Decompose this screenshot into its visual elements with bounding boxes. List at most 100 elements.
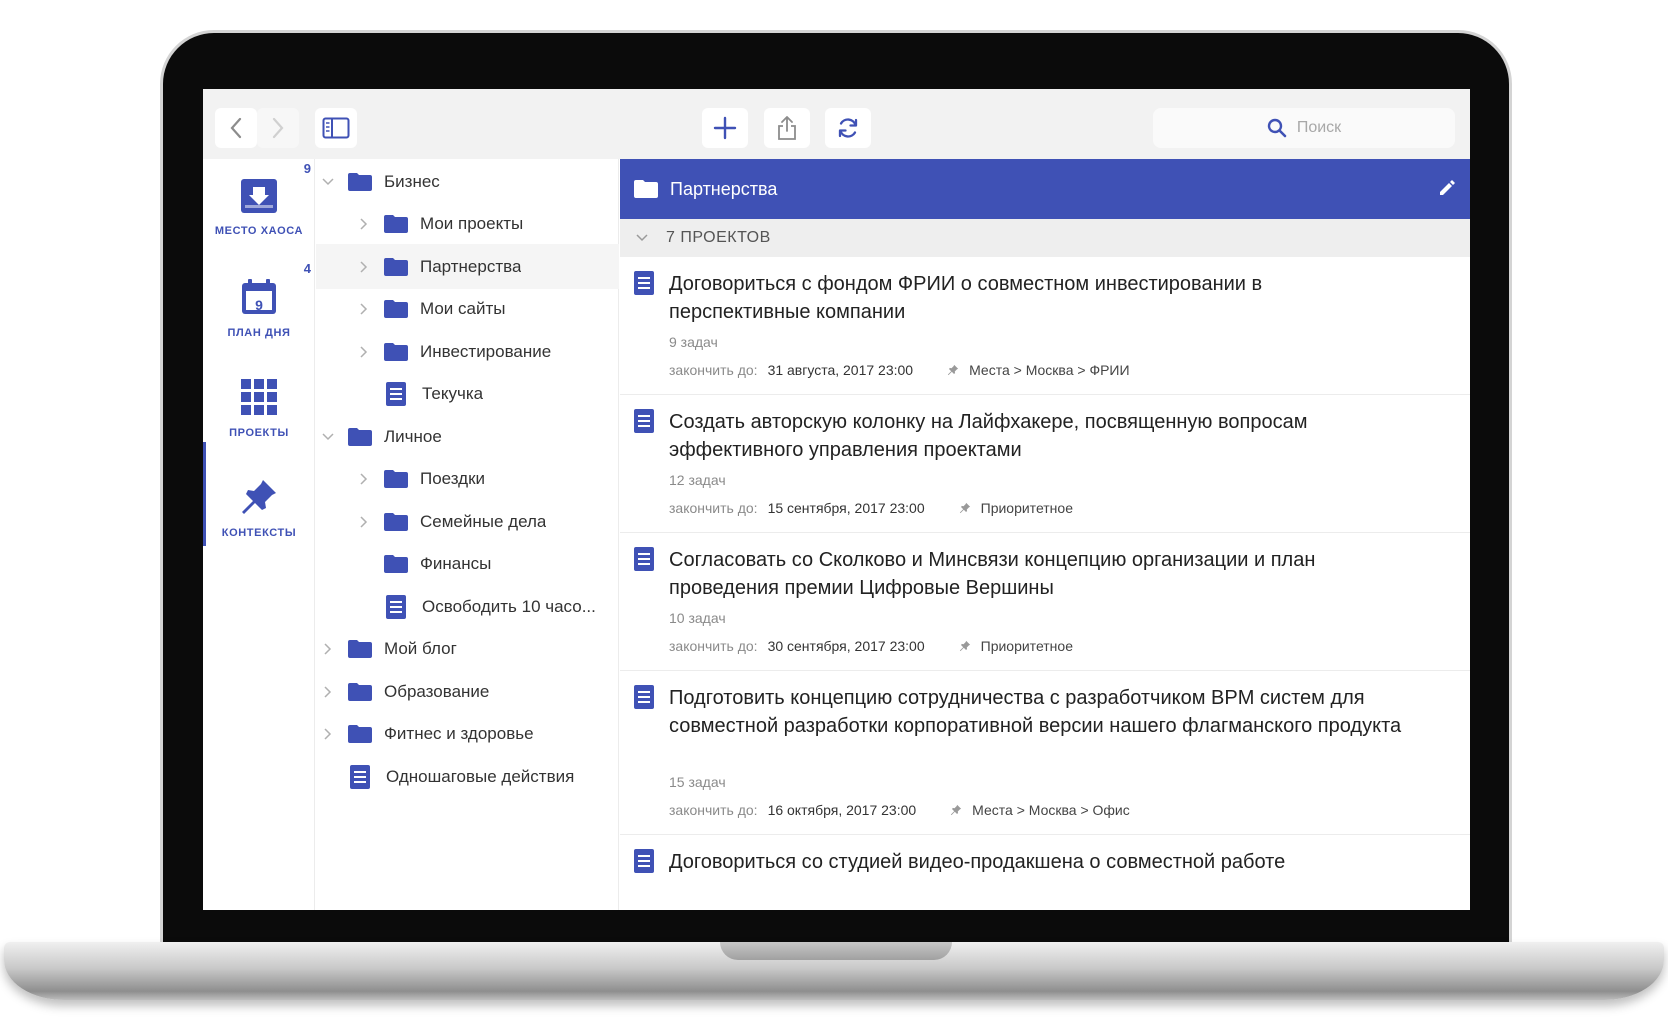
- due-label: закончить до:: [669, 362, 758, 378]
- edit-pencil-icon[interactable]: [1438, 179, 1456, 202]
- project-meta: закончить до: 31 августа, 2017 23:00 Мес…: [669, 362, 1130, 378]
- document-icon: [634, 547, 654, 576]
- nav-rail: 9 МЕСТО ХАОСА 4 9 ПЛАН ДНЯ ПРОЕКТЫ КОНТЕ…: [203, 159, 315, 910]
- project-title: Договориться со студией видео-продакшена…: [669, 851, 1286, 873]
- pushpin-icon: [959, 640, 971, 652]
- chevron-down-icon[interactable]: [634, 234, 650, 242]
- project-row[interactable]: Согласовать со Сколково и Минсвязи конце…: [620, 533, 1470, 671]
- tree-item-label: Финансы: [420, 553, 492, 573]
- panel-header: Партнерства: [620, 159, 1470, 219]
- chevron-right-icon[interactable]: [356, 345, 372, 358]
- project-title: Подготовить концепцию сотрудничества с р…: [669, 687, 1402, 737]
- chevron-right-icon[interactable]: [356, 217, 372, 230]
- project-row[interactable]: Договориться с фондом ФРИИ о совместном …: [620, 257, 1470, 395]
- project-context: Места > Москва > ФРИИ: [969, 362, 1130, 378]
- tree-item-business[interactable]: Бизнес: [316, 159, 619, 204]
- tree-item-family[interactable]: Семейные дела: [316, 499, 619, 544]
- nav-item-projects[interactable]: ПРОЕКТЫ: [203, 359, 315, 459]
- add-button[interactable]: [702, 108, 748, 148]
- tree-item-label: Образование: [384, 681, 490, 701]
- sync-button[interactable]: [825, 108, 871, 148]
- folder-icon: [384, 512, 408, 531]
- nav-item-contexts[interactable]: КОНТЕКСТЫ: [203, 459, 315, 559]
- chevron-down-icon[interactable]: [320, 432, 336, 441]
- nav-item-day-plan[interactable]: 4 9 ПЛАН ДНЯ: [203, 259, 315, 359]
- chevron-right-icon[interactable]: [356, 260, 372, 273]
- folder-icon: [348, 172, 372, 191]
- nav-item-projects-label: ПРОЕКТЫ: [229, 427, 289, 439]
- nav-item-inbox-label: МЕСТО ХАОСА: [214, 225, 304, 237]
- project-row[interactable]: Подготовить концепцию сотрудничества с р…: [620, 671, 1470, 835]
- tree-item-label: Бизнес: [384, 171, 440, 191]
- project-due-date: 30 сентября, 2017 23:00: [767, 638, 925, 654]
- forward-button[interactable]: [257, 108, 299, 148]
- project-due-date: 16 октября, 2017 23:00: [767, 802, 917, 818]
- tree-item-label: Текучка: [422, 383, 484, 403]
- share-button[interactable]: [764, 108, 810, 148]
- sidebar-toggle-button[interactable]: [315, 108, 357, 148]
- search-placeholder: Поиск: [1296, 119, 1342, 136]
- project-context: Приоритетное: [980, 500, 1073, 516]
- tree-item-fitness[interactable]: Фитнес и здоровье: [316, 711, 619, 756]
- project-title: Согласовать со Сколково и Минсвязи конце…: [669, 549, 1316, 599]
- document-icon: [634, 849, 654, 878]
- tree-item-routine[interactable]: Текучка: [316, 371, 619, 416]
- chevron-right-icon[interactable]: [356, 302, 372, 315]
- tree-item-partnerships[interactable]: Партнерства: [316, 244, 619, 289]
- tree-item-label: Мой блог: [384, 638, 457, 658]
- project-title: Создать авторскую колонку на Лайфхакере,…: [669, 411, 1308, 461]
- project-meta: закончить до: 30 сентября, 2017 23:00 Пр…: [669, 638, 1073, 654]
- nav-item-inbox[interactable]: 9 МЕСТО ХАОСА: [203, 159, 315, 259]
- tree-item-my-projects[interactable]: Мои проекты: [316, 201, 619, 246]
- chevron-right-icon: [272, 117, 284, 139]
- chevron-right-icon[interactable]: [356, 472, 372, 485]
- project-meta: закончить до: 15 сентября, 2017 23:00 Пр…: [669, 500, 1073, 516]
- folder-icon: [348, 639, 372, 658]
- folder-icon: [384, 299, 408, 318]
- pushpin-icon: [242, 480, 276, 514]
- tree-item-label: Мои сайты: [420, 298, 506, 318]
- project-title: Договориться с фондом ФРИИ о совместном …: [669, 273, 1263, 323]
- tree-item-trips[interactable]: Поездки: [316, 456, 619, 501]
- chevron-down-icon[interactable]: [320, 177, 336, 186]
- project-row[interactable]: Создать авторскую колонку на Лайфхакере,…: [620, 395, 1470, 533]
- projects-count-header[interactable]: 7 ПРОЕКТОВ: [620, 219, 1470, 257]
- due-label: закончить до:: [669, 500, 758, 516]
- tree-item-free-10-hours[interactable]: Освободить 10 часо...: [316, 584, 619, 629]
- sidebar-icon: [322, 117, 350, 139]
- folder-open-icon: [634, 180, 658, 198]
- search-input[interactable]: Поиск: [1153, 108, 1455, 148]
- tree-item-label: Мои проекты: [420, 213, 524, 233]
- chevron-right-icon[interactable]: [320, 727, 336, 740]
- nav-item-day-plan-label: ПЛАН ДНЯ: [227, 327, 291, 339]
- project-context: Приоритетное: [980, 638, 1073, 654]
- document-icon: [634, 409, 654, 438]
- pushpin-icon: [947, 364, 959, 376]
- pushpin-icon: [959, 502, 971, 514]
- tree-item-personal[interactable]: Личное: [316, 414, 619, 459]
- tree-item-label: Одношаговые действия: [386, 766, 575, 786]
- tree-item-label: Семейные дела: [420, 511, 547, 531]
- chevron-right-icon[interactable]: [356, 515, 372, 528]
- tree-item-education[interactable]: Образование: [316, 669, 619, 714]
- back-button[interactable]: [215, 108, 257, 148]
- tree-item-label: Личное: [384, 426, 442, 446]
- tree-item-investing[interactable]: Инвестирование: [316, 329, 619, 374]
- tree-item-finance[interactable]: Финансы: [316, 541, 619, 586]
- project-task-count: 10 задач: [669, 610, 726, 626]
- document-icon: [386, 381, 406, 406]
- chevron-right-icon[interactable]: [320, 685, 336, 698]
- nav-item-contexts-label: КОНТЕКСТЫ: [221, 527, 297, 539]
- tree-item-my-blog[interactable]: Мой блог: [316, 626, 619, 671]
- document-icon: [350, 764, 370, 789]
- refresh-icon: [838, 118, 858, 138]
- tree-item-my-sites[interactable]: Мои сайты: [316, 286, 619, 331]
- folder-icon: [348, 427, 372, 446]
- folder-icon: [384, 342, 408, 361]
- chevron-right-icon[interactable]: [320, 642, 336, 655]
- laptop-notch: [720, 942, 952, 960]
- tree-item-single-step[interactable]: Одношаговые действия: [316, 754, 619, 799]
- app-screen: Поиск 9 МЕСТО ХАОСА 4 9 ПЛАН ДНЯ ПРОЕКТЫ…: [203, 89, 1470, 910]
- project-row[interactable]: Договориться со студией видео-продакшена…: [620, 835, 1470, 910]
- document-icon: [634, 271, 654, 300]
